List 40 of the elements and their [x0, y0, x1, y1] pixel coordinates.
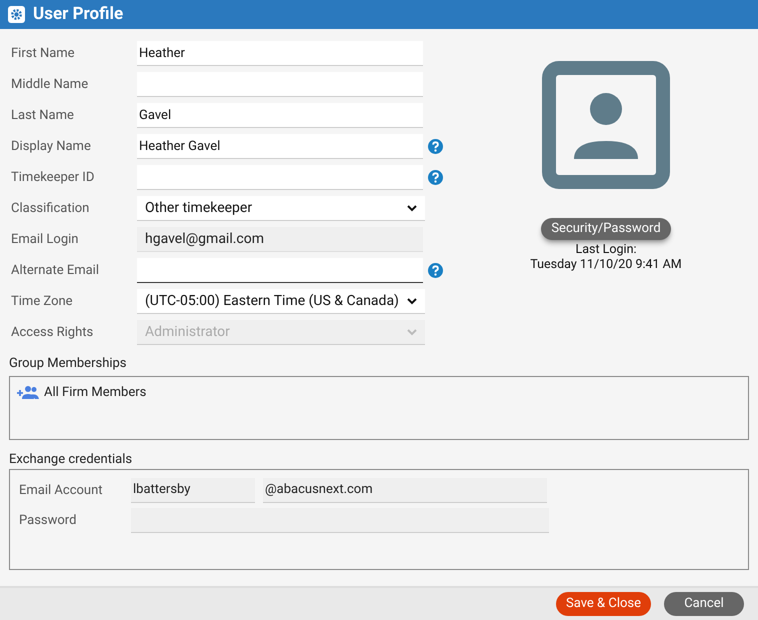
email-domain-field[interactable]: @abacusnext.com [263, 478, 547, 503]
field-label: Password [19, 512, 78, 530]
dropdown[interactable]: (UTC-05:00) Eastern Time (US & Canada) [137, 289, 425, 314]
help-icon[interactable] [428, 139, 443, 154]
group-item[interactable]: All Firm Members [44, 382, 146, 402]
chevron-icon [407, 298, 417, 304]
email-user-field[interactable]: lbattersby [131, 478, 255, 503]
text-field[interactable]: Gavel [137, 103, 423, 128]
field-label: Email Login [11, 230, 80, 249]
field-label: Access Rights [11, 324, 94, 342]
cancel-button[interactable]: Cancel [664, 592, 744, 616]
field-label: Email Account [19, 482, 104, 500]
field-label: Classification [11, 200, 90, 218]
section-title: Group Memberships [9, 355, 128, 373]
text-field[interactable] [137, 258, 423, 283]
text-field[interactable]: Heather [137, 41, 423, 66]
last-login-time: Tuesday 11/10/20 9:41 AM [530, 257, 682, 272]
add-group-icon [17, 385, 39, 400]
field-label: Timekeeper ID [11, 168, 96, 187]
field-label: Middle Name [11, 76, 90, 94]
password-field[interactable] [131, 508, 549, 533]
field-label: Display Name [11, 138, 92, 156]
field-label: Last Name [11, 106, 75, 125]
field-label: First Name [11, 44, 76, 63]
help-icon[interactable] [428, 263, 443, 278]
field-label: Alternate Email [11, 262, 100, 280]
chevron-icon [407, 328, 417, 336]
window-title: User Profile [33, 2, 124, 26]
section-title: Exchange credentials [9, 450, 134, 468]
last-login-label: Last Login: [575, 242, 637, 257]
gear-icon [8, 6, 25, 23]
avatar-icon [542, 61, 670, 189]
chevron-icon [407, 204, 417, 212]
text-field[interactable]: Heather Gavel [137, 134, 423, 159]
help-icon[interactable] [428, 170, 443, 185]
dropdown[interactable]: Other timekeeper [137, 196, 425, 221]
security-password-button[interactable]: Security/Password [541, 218, 671, 240]
save-close-button[interactable]: Save & Close [556, 592, 651, 616]
field-label: Time Zone [11, 292, 74, 311]
email-login-field[interactable]: hgavel@gmail.com [137, 227, 423, 252]
